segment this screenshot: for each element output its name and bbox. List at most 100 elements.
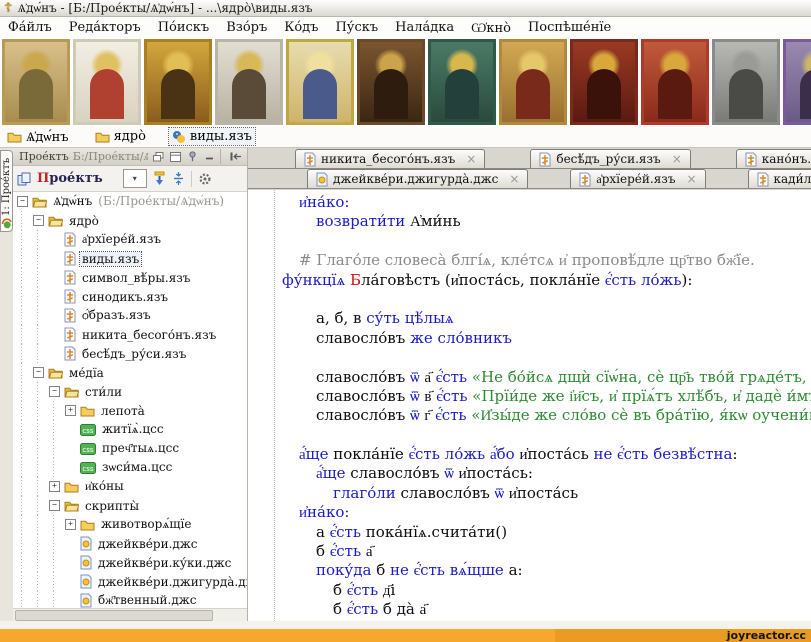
tree-expander[interactable]: −	[17, 196, 28, 207]
view-combo-dropdown[interactable]: ▾	[123, 169, 147, 188]
tree-row-13[interactable]: cssпреч҃тыѧ.цсс	[13, 439, 247, 458]
minimize-panel-button[interactable]	[203, 150, 216, 163]
tree-item-label[interactable]: бесѣ́дъ_ру́си.язъ	[80, 347, 188, 361]
tree-row-1[interactable]: − ядро̀	[13, 211, 247, 230]
menu-item-0[interactable]: Фа́йлъ	[8, 20, 52, 35]
tree-item-label[interactable]: бж҃твенный.джс	[96, 593, 199, 608]
menu-item-8[interactable]: Поспѣше́нїе	[528, 20, 611, 35]
tree-item-label[interactable]: джейкве́ри.ку́ки.джс	[96, 556, 233, 570]
tree-item-label[interactable]: а҆рхїере́й.язъ	[80, 232, 163, 247]
tree-indent	[17, 553, 65, 572]
tree-item-label[interactable]: никита_бесого́нъ.язъ	[80, 328, 218, 342]
code-token: а:	[504, 561, 523, 579]
editor-tab-1-1[interactable]: а҆рхїере́й.язъ×	[570, 169, 705, 188]
tree-indent	[17, 230, 49, 249]
tree-item-label[interactable]: виды.язъ	[80, 252, 141, 266]
tree-item-label[interactable]: и҆ко́ны	[83, 479, 126, 494]
hide-panel-button[interactable]	[220, 149, 245, 164]
editor-tab-0-2[interactable]: кано́нъ.язъ	[736, 149, 811, 168]
tree-row-2[interactable]: а҆рхїере́й.язъ	[13, 230, 247, 249]
tree-expander[interactable]: +	[65, 519, 76, 530]
tree-row-3[interactable]: виды.язъ	[13, 249, 247, 268]
tree-item-label[interactable]: ядро̀	[67, 214, 101, 228]
close-tab-icon[interactable]: ×	[672, 152, 682, 166]
shortcut-2[interactable]: виды.язъ	[169, 128, 255, 145]
menu-item-4[interactable]: Ко́дъ	[284, 20, 318, 35]
tree-row-6[interactable]: ѻ҆́бразъ.язъ	[13, 306, 247, 325]
tree-item-label[interactable]: Ѧ҆дѡ́нъ	[51, 194, 94, 209]
code-token: славосло́въ	[316, 387, 410, 405]
editor-tab-0-1[interactable]: бесѣ́дъ_ру́си.язъ×	[530, 149, 690, 168]
tree-expander[interactable]: −	[49, 386, 60, 397]
icon-partial	[783, 39, 811, 125]
collapse-all-icon[interactable]	[172, 171, 185, 186]
yaz-file-icon	[64, 327, 76, 342]
icon-painting	[573, 42, 635, 122]
tree-item-label[interactable]: преч҃тыѧ.цсс	[100, 441, 181, 456]
editor-tab-1-2[interactable]: кади́ло.язъ	[748, 169, 811, 188]
tree-item-label[interactable]: житїѧ̀.цсс	[100, 422, 166, 437]
gear-icon[interactable]	[198, 172, 212, 186]
tree-row-11[interactable]: + лепота̀	[13, 401, 247, 420]
tree-item-label[interactable]: джейкве́ри.джигурда̀.джс	[96, 575, 247, 589]
expand-all-icon[interactable]	[153, 171, 166, 186]
tree-expander[interactable]: −	[33, 367, 44, 378]
editor-tab-0-0[interactable]: никита_бесого́нъ.язъ×	[295, 149, 485, 168]
float-window-button[interactable]	[152, 150, 165, 163]
tree-item-label[interactable]: сти́ли	[83, 385, 124, 399]
tree-row-7[interactable]: никита_бесого́нъ.язъ	[13, 325, 247, 344]
project-tool-tab[interactable]: 1: Прое́ктъ	[0, 150, 13, 232]
editor-tab-1-0[interactable]: джейкве́ри.джигурда̀.джс×	[307, 169, 528, 188]
icon-painting	[289, 42, 351, 122]
menu-item-2[interactable]: По́искъ	[158, 20, 210, 35]
tree-expander[interactable]: +	[49, 481, 60, 492]
menu-item-5[interactable]: Пу́скъ	[335, 20, 378, 35]
tree-item-label[interactable]: джейкве́ри.джс	[96, 537, 200, 551]
tree-item-label[interactable]: синодикъ.язъ	[80, 290, 170, 304]
figure-shape	[19, 69, 53, 119]
close-tab-icon[interactable]: ×	[466, 152, 476, 166]
tree-row-17[interactable]: + животворѧ́щїе	[13, 515, 247, 534]
tree-row-21[interactable]: бж҃твенный.джс	[13, 591, 247, 609]
menu-item-6[interactable]: Нала́дка	[395, 20, 454, 35]
tree-item-label[interactable]: животворѧ́щїе	[99, 517, 194, 532]
tree-row-5[interactable]: синодикъ.язъ	[13, 287, 247, 306]
tree-row-18[interactable]: джейкве́ри.джс	[13, 534, 247, 553]
tree-row-4[interactable]: символ_вѣ́ры.язъ	[13, 268, 247, 287]
tree-item-label[interactable]: скрипты̀	[83, 499, 141, 513]
tree-expander[interactable]: +	[65, 405, 76, 416]
code-area[interactable]: и҆на́ко:возврати́ти А҆ми́нь # Глаго́ле с…	[248, 190, 811, 621]
tree-row-16[interactable]: − скрипты̀	[13, 496, 247, 515]
tree-h-scrollbar[interactable]	[13, 608, 247, 621]
figure-shape	[90, 69, 124, 119]
pin-button[interactable]	[186, 150, 199, 163]
tree-row-15[interactable]: + и҆ко́ны	[13, 477, 247, 496]
css-file-icon: css	[80, 462, 96, 474]
tree-row-10[interactable]: − сти́ли	[13, 382, 247, 401]
tree-row-12[interactable]: cssжитїѧ̀.цсс	[13, 420, 247, 439]
tree-item-label[interactable]: ме́дїа	[67, 366, 106, 380]
shortcut-0[interactable]: Ѧ҆дѡ́нъ	[4, 128, 72, 146]
tree-expander[interactable]: −	[33, 215, 44, 226]
close-tab-icon[interactable]: ×	[686, 172, 696, 186]
tree-row-19[interactable]: джейкве́ри.ку́ки.джс	[13, 553, 247, 572]
menu-item-1[interactable]: Реда́кторъ	[69, 20, 141, 35]
tree-row-0[interactable]: −Ѧ҆дѡ́нъ(Б:/Прое́кты/Ѧ҆дѡ́нъ)	[13, 192, 247, 211]
shortcut-1[interactable]: ядро̀	[92, 128, 149, 145]
tree-indent	[17, 325, 49, 344]
tree-expander[interactable]: −	[49, 500, 60, 511]
menu-item-3[interactable]: Взо́ръ	[226, 20, 267, 35]
tree-row-20[interactable]: джейкве́ри.джигурда̀.джс	[13, 572, 247, 591]
tree-item-label[interactable]: лепота̀	[99, 404, 147, 418]
menu-item-7[interactable]: Ѡ҆кно̀	[471, 20, 511, 36]
tree-item-label[interactable]: ѻ҆́бразъ.язъ	[80, 308, 153, 323]
code-token: не є҆́сть	[594, 445, 649, 463]
tree-row-14[interactable]: css зѡси́ма.цсс	[13, 458, 247, 477]
tree-item-label[interactable]: символ_вѣ́ры.язъ	[80, 271, 192, 285]
dock-window-button[interactable]	[169, 150, 182, 163]
close-tab-icon[interactable]: ×	[509, 172, 519, 186]
tree-item-label[interactable]: зѡси́ма.цсс	[100, 460, 174, 475]
tree-row-9[interactable]: − ме́дїа	[13, 363, 247, 382]
tree-h-scrollbar-thumb[interactable]	[15, 610, 213, 621]
tree-row-8[interactable]: бесѣ́дъ_ру́си.язъ	[13, 344, 247, 363]
